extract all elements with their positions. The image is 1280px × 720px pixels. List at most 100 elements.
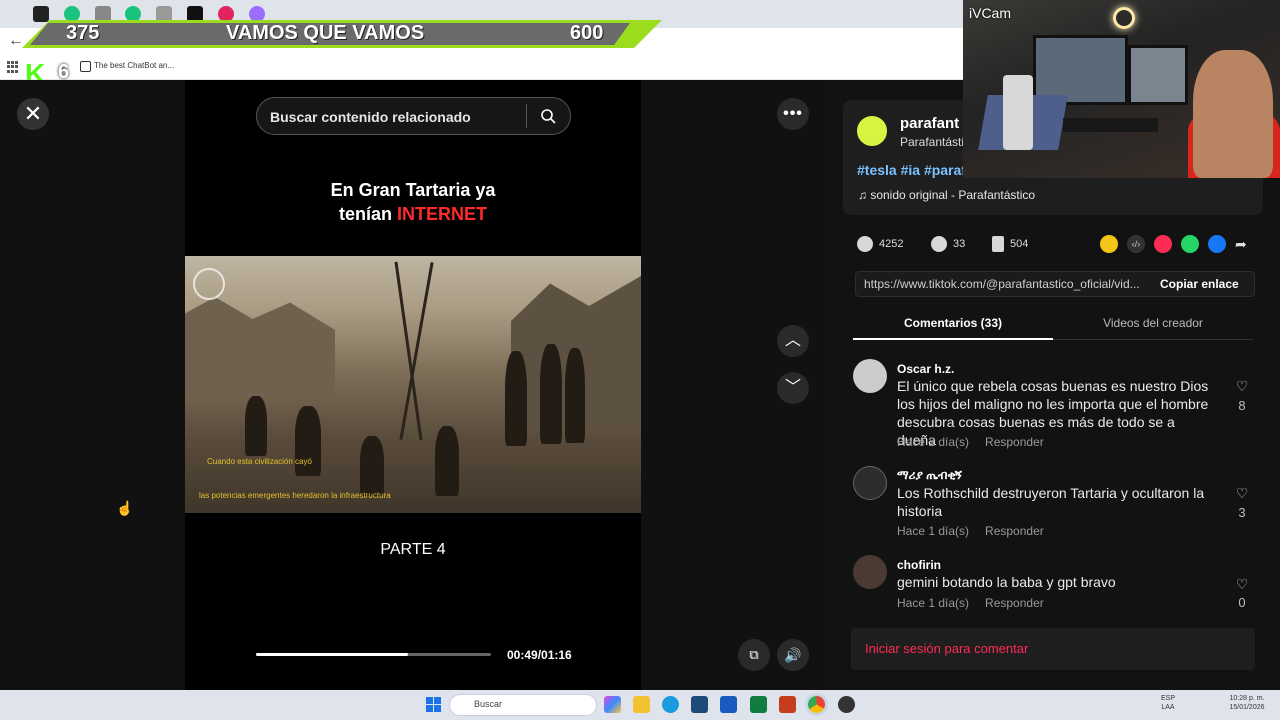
save-stat[interactable]: 504 (992, 235, 1028, 253)
repost-icon[interactable] (1100, 235, 1118, 253)
clock[interactable]: 10:28 p. m. 15/01/2026 (1222, 694, 1272, 712)
speaker-icon: 🔊 (784, 647, 802, 663)
chevron-down-icon: ﹀ (784, 379, 801, 396)
browser-tab[interactable] (156, 6, 172, 22)
related-search-placeholder: Buscar contenido relacionado (270, 109, 471, 125)
goal-current-count: 375 (66, 22, 100, 44)
browser-tab[interactable] (249, 6, 265, 22)
browser-tab[interactable] (64, 6, 80, 22)
creator-nickname: Parafantásti (900, 135, 965, 149)
comment-like-count: 3 (1238, 505, 1246, 520)
cam-keyboard (1063, 118, 1158, 132)
bookmark-link[interactable]: The best ChatBot an... (94, 61, 174, 70)
chrome-icon[interactable] (808, 696, 825, 713)
next-video-button[interactable]: ﹀ (777, 372, 809, 404)
photo-worker (245, 396, 267, 456)
comment-author[interactable]: chofirin (897, 558, 941, 572)
video-subtitle: las potencias emergentes heredaron la in… (199, 491, 391, 500)
clock-date: 15/01/2026 (1229, 704, 1265, 711)
facebook-icon[interactable] (1208, 235, 1226, 253)
edge-icon[interactable] (662, 696, 679, 713)
comment-time: Hace 1 día(s) (897, 524, 970, 538)
chevron-up-icon: ︿ (784, 332, 801, 349)
volume-button[interactable]: 🔊 (777, 639, 809, 671)
channel-watermark-icon (193, 268, 225, 300)
heart-icon (857, 236, 873, 252)
excel-icon[interactable] (750, 696, 767, 713)
comment-author[interactable]: Oscar h.z. (897, 362, 954, 376)
browser-tab[interactable] (187, 6, 203, 22)
more-options-button[interactable]: ••• (777, 98, 809, 130)
previous-video-button[interactable]: ︿ (777, 325, 809, 357)
post-sound[interactable]: ♫ sonido original - Parafantástico (858, 188, 1035, 202)
share-arrow-icon[interactable]: ➦ (1235, 235, 1253, 253)
tab-comments[interactable]: Comentarios (33) (853, 316, 1053, 330)
goal-target-count: 600 (570, 22, 604, 44)
browser-tab[interactable] (125, 6, 141, 22)
comment-text: gemini botando la baba y gpt bravo (897, 574, 1116, 590)
close-button[interactable]: ✕ (17, 98, 49, 130)
comment-avatar[interactable] (853, 359, 887, 393)
back-arrow-icon[interactable]: ← (8, 32, 24, 50)
bookmark-favicon-icon (80, 61, 91, 72)
login-to-comment-link[interactable]: Iniciar sesión para comentar (865, 641, 1028, 656)
browser-tab[interactable] (33, 6, 49, 22)
embed-icon[interactable]: ‹/› (1127, 235, 1145, 253)
browser-tab[interactable] (218, 6, 234, 22)
save-count: 504 (1010, 238, 1029, 250)
photo-worker (435, 426, 459, 496)
post-hashtags[interactable]: #tesla #ia #paraf (857, 162, 966, 178)
comment-avatar[interactable] (853, 466, 887, 500)
post-url[interactable]: https://www.tiktok.com/@parafantastico_o… (864, 277, 1140, 291)
mini-player-button[interactable]: ⧉ (738, 639, 770, 671)
tab-creator-videos[interactable]: Videos del creador (1053, 316, 1253, 330)
like-stat[interactable]: 4252 (857, 235, 903, 253)
powerpoint-icon[interactable] (779, 696, 796, 713)
browser-tab[interactable] (95, 6, 111, 22)
photo-figure-top-hat (565, 348, 585, 443)
cam-person (1193, 50, 1273, 178)
comment-avatar[interactable] (853, 555, 887, 589)
tab-active-indicator (853, 338, 1053, 340)
ring-light-icon (1113, 7, 1135, 29)
webcam-overlay (963, 0, 1280, 178)
apps-grid-icon[interactable] (7, 61, 19, 73)
keyboard-language[interactable]: ESP LAA (1158, 694, 1178, 712)
caption-highlight: INTERNET (397, 204, 487, 224)
word-icon[interactable] (720, 696, 737, 713)
bookmark-icon (992, 236, 1004, 252)
store-icon[interactable] (691, 696, 708, 713)
windows-start-icon[interactable] (426, 697, 441, 712)
search-icon[interactable] (540, 108, 556, 124)
webcam-label: iVCam (969, 5, 1012, 21)
search-divider (526, 104, 527, 128)
comment-like-heart-icon[interactable]: ♡ (1234, 485, 1250, 502)
comment-text: Los Rothschild destruyeron Tartaria y oc… (897, 485, 1205, 519)
photo-figure-top-hat (505, 351, 527, 446)
taskbar-search-box[interactable] (449, 694, 597, 716)
reply-link[interactable]: Responder (985, 524, 1044, 538)
comment-like-heart-icon[interactable]: ♡ (1234, 576, 1250, 593)
video-subtitle: Cuando esta civilización cayó (207, 457, 312, 466)
comment-meta: Hace 1 día(s) Responder (897, 596, 1044, 610)
video-frame-photo (185, 256, 641, 513)
video-time: 00:49/01:16 (507, 648, 572, 662)
send-icon[interactable] (1154, 235, 1172, 253)
whatsapp-icon[interactable] (1181, 235, 1199, 253)
lang-region: LAA (1161, 704, 1175, 711)
reply-link[interactable]: Responder (985, 435, 1044, 449)
photo-ruins-left (185, 297, 335, 396)
comment-stat[interactable]: 33 (931, 235, 965, 253)
reply-link[interactable]: Responder (985, 596, 1044, 610)
close-icon: ✕ (23, 101, 43, 126)
file-explorer-icon[interactable] (633, 696, 650, 713)
comment-like-heart-icon[interactable]: ♡ (1234, 378, 1250, 395)
video-progress-bar[interactable] (256, 653, 491, 656)
copy-link-button[interactable]: Copiar enlace (1160, 277, 1239, 291)
obs-icon[interactable] (838, 696, 855, 713)
comment-author[interactable]: ማሪያ ጤብቂኝ (897, 468, 962, 483)
goal-title: VAMOS QUE VAMOS (226, 22, 425, 44)
copilot-icon[interactable] (604, 696, 621, 713)
creator-username[interactable]: parafant (900, 115, 959, 132)
creator-avatar[interactable] (855, 114, 889, 148)
